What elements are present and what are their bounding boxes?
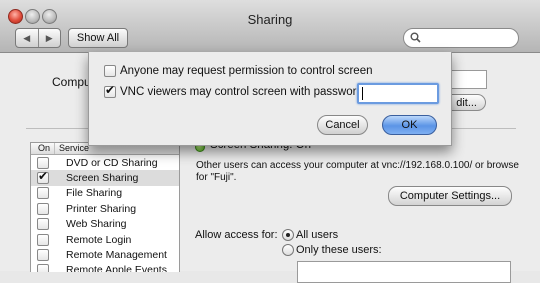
vnc-password-field[interactable] [357,83,439,104]
users-list-box[interactable] [297,261,511,283]
service-name: Web Sharing [66,218,127,231]
service-checkbox-cell [31,156,55,169]
only-these-users-label: Only these users: [296,244,382,256]
service-checkbox-cell [31,233,55,246]
forward-arrow-icon[interactable]: ▶ [39,29,61,47]
ok-button[interactable]: OK [382,115,437,135]
service-row[interactable]: Web Sharing [31,217,179,232]
service-checkbox[interactable] [37,202,49,215]
service-row[interactable]: Screen Sharing [31,169,179,186]
service-checkbox[interactable] [37,156,49,169]
service-name: Screen Sharing [66,172,139,185]
services-list: On Service DVD or CD Sharing Screen Shari… [30,142,180,272]
service-name: Printer Sharing [66,202,137,215]
service-row[interactable]: Remote Login [31,232,179,247]
screen-sharing-sheet: Anyone may request permission to control… [88,52,452,146]
window-title: Sharing [247,12,293,27]
only-these-users-radio[interactable] [282,244,294,256]
service-checkbox[interactable] [37,218,49,231]
computer-settings-button[interactable]: Computer Settings... [388,186,512,206]
search-input[interactable] [403,28,519,48]
service-checkbox-cell [31,187,55,200]
column-header-service[interactable]: Service [55,143,89,154]
services-rows: DVD or CD Sharing Screen Sharing File Shar… [31,155,179,272]
column-header-on[interactable]: On [31,143,55,154]
request-permission-label: Anyone may request permission to control… [120,65,373,77]
service-checkbox[interactable] [37,169,49,185]
request-permission-checkbox[interactable] [104,65,116,77]
service-row[interactable]: Remote Management [31,247,179,262]
vnc-password-label: VNC viewers may control screen with pass… [120,86,367,98]
text-caret [362,87,363,100]
all-users-radio[interactable] [282,229,294,241]
all-users-label: All users [296,229,339,241]
request-permission-row: Anyone may request permission to control… [104,65,372,77]
service-name: Remote Login [66,233,132,246]
vnc-password-checkbox[interactable] [104,83,116,98]
service-name: DVD or CD Sharing [66,156,158,169]
back-arrow-icon[interactable]: ◀ [16,29,39,47]
window-titlebar: Sharing ◀ ▶ Show All [0,0,540,53]
service-row[interactable]: Printer Sharing [31,201,179,216]
service-checkbox-cell [31,218,55,231]
service-checkbox-cell [31,249,55,262]
service-row[interactable]: DVD or CD Sharing [31,155,179,170]
show-all-button[interactable]: Show All [68,28,128,48]
service-checkbox-cell [31,169,55,185]
cancel-button[interactable]: Cancel [317,115,368,135]
service-row[interactable]: File Sharing [31,186,179,201]
service-name: Remote Management [66,249,167,262]
magnifier-icon [410,32,421,43]
service-checkbox[interactable] [37,249,49,262]
service-name: File Sharing [66,187,123,200]
back-forward-control: ◀ ▶ [15,28,61,48]
vnc-password-row: VNC viewers may control screen with pass… [104,83,367,98]
allow-access-label: Allow access for: [195,229,278,241]
service-checkbox-cell [31,202,55,215]
service-checkbox[interactable] [37,187,49,200]
service-checkbox[interactable] [37,233,49,246]
access-description: Other users can access your computer at … [196,160,519,183]
